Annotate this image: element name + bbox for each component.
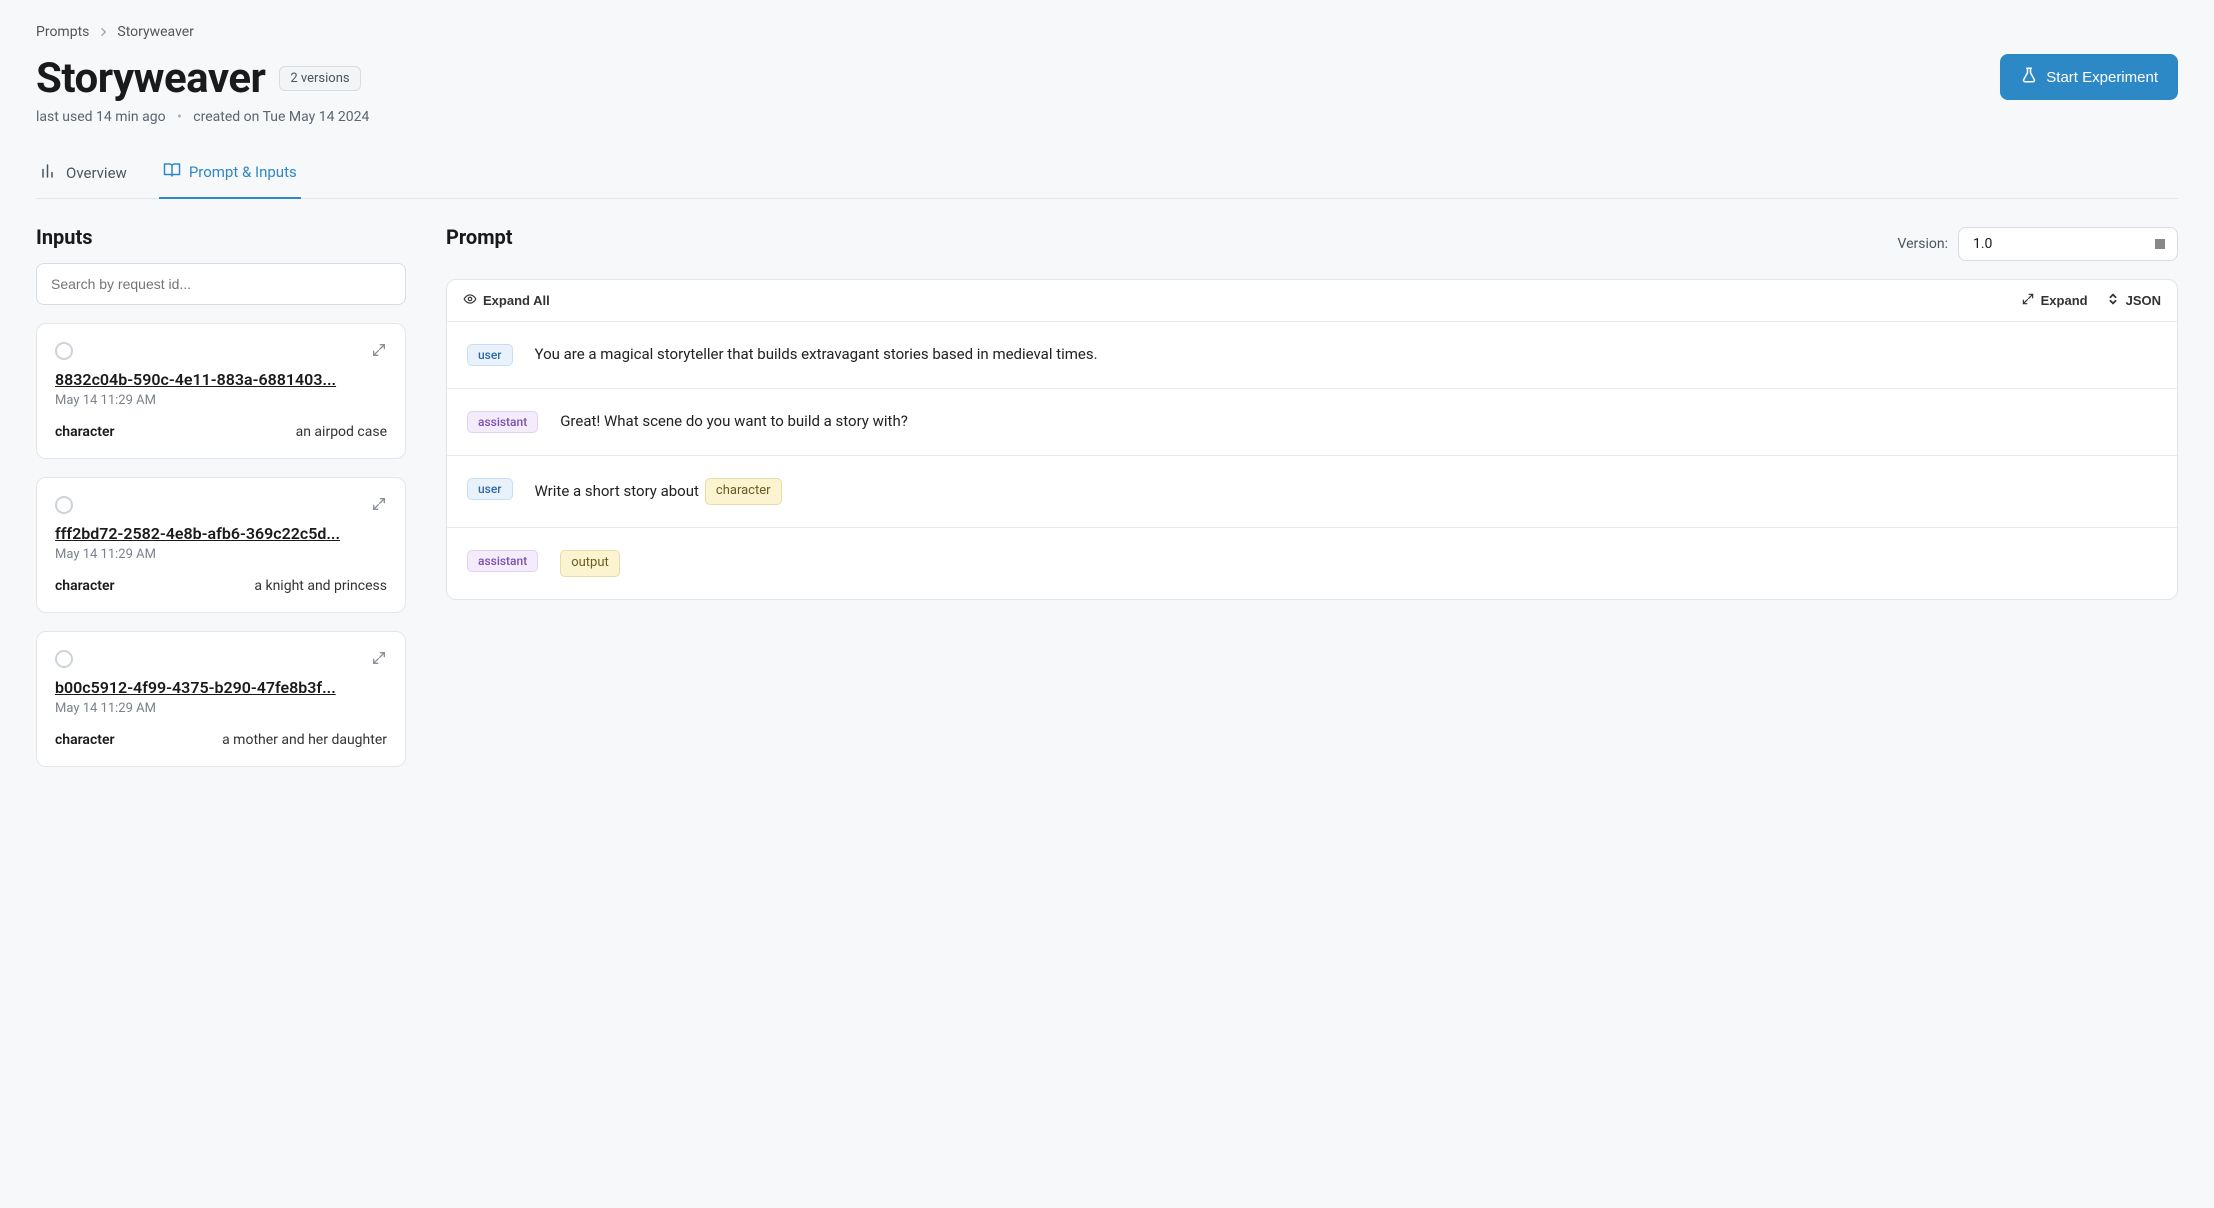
search-input[interactable] — [36, 263, 406, 305]
input-value: an airpod case — [296, 424, 387, 440]
tab-prompt-inputs[interactable]: Prompt & Inputs — [159, 151, 301, 199]
json-label: JSON — [2126, 293, 2161, 308]
expand-label: Expand — [2041, 293, 2088, 308]
expand-all-button[interactable]: Expand All — [463, 292, 550, 309]
chevron-right-icon — [97, 26, 109, 38]
role-badge-user: user — [467, 344, 513, 366]
input-id[interactable]: b00c5912-4f99-4375-b290-47fe8b3f... — [55, 678, 387, 697]
input-card[interactable]: b00c5912-4f99-4375-b290-47fe8b3f... May … — [36, 631, 406, 767]
versions-badge[interactable]: 2 versions — [279, 66, 360, 91]
last-used-text: last used 14 min ago — [36, 109, 166, 125]
role-badge-assistant: assistant — [467, 550, 538, 572]
variable-chip[interactable]: output — [560, 550, 620, 577]
role-badge-assistant: assistant — [467, 411, 538, 433]
expand-button[interactable]: Expand — [2021, 292, 2088, 309]
radio-select[interactable] — [55, 342, 73, 360]
tab-overview[interactable]: Overview — [36, 151, 131, 198]
eye-icon — [463, 292, 477, 309]
breadcrumb: Prompts Storyweaver — [36, 24, 2178, 40]
tab-prompt-inputs-label: Prompt & Inputs — [189, 163, 297, 181]
prompt-title: Prompt — [446, 225, 513, 249]
created-text: created on Tue May 14 2024 — [193, 109, 369, 125]
expand-icon[interactable] — [371, 650, 387, 670]
input-key: character — [55, 732, 115, 748]
version-value: 1.0 — [1973, 236, 1992, 252]
input-card[interactable]: 8832c04b-590c-4e11-883a-6881403... May 1… — [36, 323, 406, 459]
input-key: character — [55, 578, 115, 594]
variable-chip[interactable]: character — [705, 478, 782, 505]
prompt-box: Expand All Expand — [446, 279, 2178, 600]
version-select[interactable]: 1.0 — [1958, 227, 2178, 261]
page-title: Storyweaver — [36, 54, 265, 103]
message-row: user Write a short story about character — [447, 456, 2177, 528]
input-date: May 14 11:29 AM — [55, 701, 387, 716]
chevron-up-down-icon — [2153, 238, 2165, 250]
json-button[interactable]: JSON — [2106, 292, 2161, 309]
expand-icon[interactable] — [371, 496, 387, 516]
radio-select[interactable] — [55, 650, 73, 668]
input-card[interactable]: fff2bd72-2582-4e8b-afb6-369c22c5d... May… — [36, 477, 406, 613]
book-open-icon — [163, 161, 181, 183]
input-id[interactable]: fff2bd72-2582-4e8b-afb6-369c22c5d... — [55, 524, 387, 543]
tabs: Overview Prompt & Inputs — [36, 151, 2178, 199]
message-text: You are a magical storyteller that build… — [535, 344, 1098, 366]
message-row: assistant output — [447, 528, 2177, 599]
meta-line: last used 14 min ago • created on Tue Ma… — [36, 109, 2178, 125]
radio-select[interactable] — [55, 496, 73, 514]
chevron-up-down-icon — [2106, 292, 2120, 309]
chart-bar-icon — [40, 162, 58, 184]
breadcrumb-current: Storyweaver — [117, 24, 194, 40]
inputs-title: Inputs — [36, 225, 406, 249]
expand-all-label: Expand All — [483, 293, 550, 308]
input-date: May 14 11:29 AM — [55, 393, 387, 408]
input-value: a knight and princess — [254, 578, 387, 594]
input-key: character — [55, 424, 115, 440]
input-id[interactable]: 8832c04b-590c-4e11-883a-6881403... — [55, 370, 387, 389]
message-text: Great! What scene do you want to build a… — [560, 411, 908, 433]
start-experiment-button[interactable]: Start Experiment — [2000, 54, 2178, 100]
message-text-prefix: Write a short story about — [535, 481, 699, 503]
flask-icon — [2020, 66, 2038, 88]
start-experiment-label: Start Experiment — [2046, 69, 2158, 86]
message-row: assistant Great! What scene do you want … — [447, 389, 2177, 456]
maximize-icon — [2021, 292, 2035, 309]
expand-icon[interactable] — [371, 342, 387, 362]
role-badge-user: user — [467, 478, 513, 500]
input-value: a mother and her daughter — [222, 732, 387, 748]
breadcrumb-root[interactable]: Prompts — [36, 24, 89, 40]
message-row: user You are a magical storyteller that … — [447, 322, 2177, 389]
version-label: Version: — [1897, 236, 1948, 252]
input-date: May 14 11:29 AM — [55, 547, 387, 562]
tab-overview-label: Overview — [66, 164, 127, 182]
